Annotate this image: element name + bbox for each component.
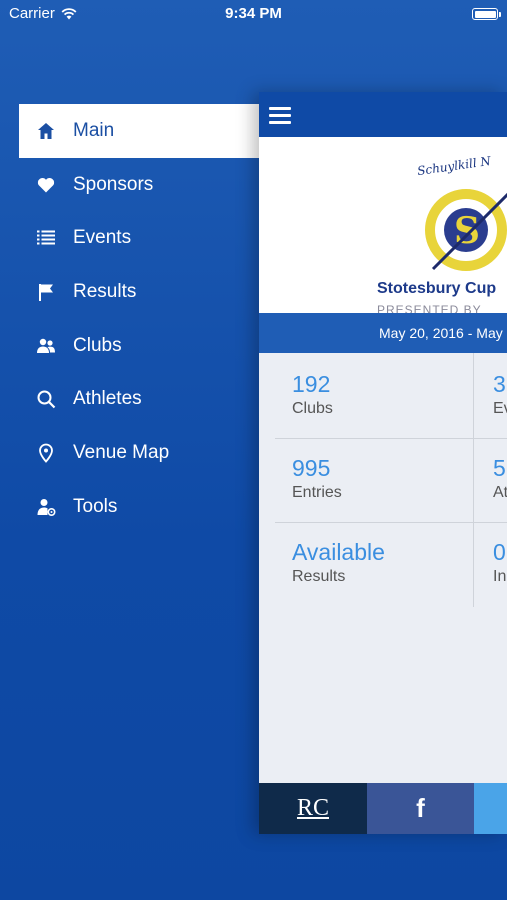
home-icon bbox=[38, 122, 54, 139]
menu-item-clubs[interactable]: Clubs bbox=[19, 319, 259, 373]
menu-item-athletes[interactable]: Athletes bbox=[19, 372, 259, 426]
stat-label: Entries bbox=[292, 484, 342, 501]
menu-item-label: Venue Map bbox=[73, 441, 170, 463]
twitter-button[interactable] bbox=[474, 783, 507, 834]
menu-item-tools[interactable]: Tools bbox=[19, 480, 259, 534]
menu-item-main[interactable]: Main bbox=[19, 104, 259, 158]
tools-icon bbox=[37, 498, 56, 516]
hamburger-menu-icon[interactable] bbox=[269, 107, 291, 124]
stat-info[interactable]: 0 In bbox=[493, 539, 506, 586]
event-logo: S bbox=[425, 189, 507, 271]
side-menu: Main Sponsors Events Results Clubs Athle… bbox=[19, 104, 259, 534]
menu-item-results[interactable]: Results bbox=[19, 265, 259, 319]
event-banner: Schuylkill N S Stotesbury Cup PRESENTED … bbox=[259, 137, 507, 313]
stat-value: 995 bbox=[292, 455, 331, 481]
menu-item-events[interactable]: Events bbox=[19, 211, 259, 265]
stat-entries[interactable]: 995 Entries bbox=[292, 455, 342, 502]
menu-item-label: Events bbox=[73, 227, 132, 249]
stat-label: Ev bbox=[493, 400, 507, 417]
menu-item-label: Main bbox=[73, 119, 115, 141]
stat-results[interactable]: Available Results bbox=[292, 539, 385, 586]
list-icon bbox=[37, 230, 55, 245]
stat-clubs[interactable]: 192 Clubs bbox=[292, 371, 333, 418]
map-pin-icon bbox=[39, 443, 53, 463]
stat-value: 0 bbox=[493, 539, 506, 565]
nav-bar bbox=[259, 92, 507, 137]
clock: 9:34 PM bbox=[225, 5, 282, 22]
menu-item-label: Sponsors bbox=[73, 173, 154, 195]
flag-icon bbox=[39, 283, 53, 301]
stat-value: Available bbox=[292, 539, 385, 565]
search-icon bbox=[37, 390, 56, 409]
stat-value: 5 bbox=[493, 455, 506, 481]
stat-label: In bbox=[493, 568, 507, 585]
regattacentral-button[interactable]: RC bbox=[259, 783, 367, 834]
heart-icon bbox=[37, 177, 55, 193]
menu-item-sponsors[interactable]: Sponsors bbox=[19, 158, 259, 212]
battery-icon bbox=[472, 8, 501, 20]
stat-label: At bbox=[493, 484, 507, 501]
stat-value: 192 bbox=[292, 371, 331, 397]
stat-label: Results bbox=[292, 568, 346, 585]
stat-label: Clubs bbox=[292, 400, 333, 417]
menu-item-label: Tools bbox=[73, 495, 118, 517]
social-bar: RC f bbox=[259, 783, 507, 834]
group-icon bbox=[37, 338, 55, 353]
banner-subtitle: PRESENTED BY bbox=[377, 303, 482, 313]
banner-top-text: Schuylkill N bbox=[416, 153, 492, 179]
facebook-button[interactable]: f bbox=[367, 783, 474, 834]
menu-item-label: Clubs bbox=[73, 334, 122, 356]
divider bbox=[473, 353, 474, 607]
menu-item-label: Athletes bbox=[73, 388, 142, 410]
stat-events[interactable]: 3 Ev bbox=[493, 371, 507, 418]
main-panel: Schuylkill N S Stotesbury Cup PRESENTED … bbox=[259, 92, 507, 834]
status-bar: Carrier 9:34 PM bbox=[0, 0, 507, 28]
stats-grid: 192 Clubs 3 Ev 995 Entries 5 At Availabl… bbox=[259, 353, 507, 607]
stat-athletes[interactable]: 5 At bbox=[493, 455, 507, 502]
date-range: May 20, 2016 - May bbox=[259, 313, 507, 353]
banner-title: Stotesbury Cup bbox=[377, 280, 497, 297]
menu-item-label: Results bbox=[73, 280, 137, 302]
stat-value: 3 bbox=[493, 371, 506, 397]
menu-item-venue-map[interactable]: Venue Map bbox=[19, 426, 259, 480]
